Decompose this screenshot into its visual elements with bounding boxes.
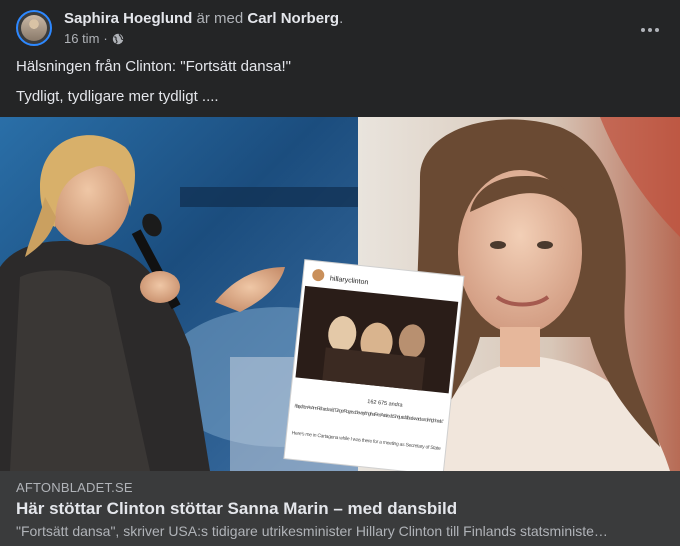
photo-collage: hillaryclinton 162 675 andra hillaryclin…: [0, 117, 680, 471]
more-dot: [648, 28, 652, 32]
tagged-user-link[interactable]: Carl Norberg: [247, 10, 339, 27]
link-description: "Fortsätt dansa", skriver USA:s tidigare…: [16, 523, 608, 539]
with-text: är med: [196, 10, 244, 27]
period: .: [339, 10, 344, 27]
link-domain: AFTONBLADET.SE: [16, 480, 133, 495]
more-dots-icon: [641, 28, 645, 32]
post-timestamp[interactable]: 16 tim: [64, 31, 99, 47]
feed-post: Saphira Hoeglund är med Carl Norberg. 16…: [0, 0, 680, 546]
avatar-image: [21, 15, 47, 41]
post-image[interactable]: hillaryclinton 162 675 andra hillaryclin…: [0, 117, 680, 471]
author-line: Saphira Hoeglund är med Carl Norberg.: [64, 10, 343, 28]
link-title[interactable]: Här stöttar Clinton stöttar Sanna Marin …: [16, 498, 457, 520]
post-meta: 16 tim ·: [64, 31, 124, 47]
post-body: Hälsningen från Clinton: "Fortsätt dansa…: [16, 57, 664, 117]
post-text-line: Hälsningen från Clinton: "Fortsätt dansa…: [16, 58, 291, 75]
globe-icon[interactable]: [112, 33, 124, 45]
post-header: Saphira Hoeglund är med Carl Norberg. 16…: [16, 10, 664, 50]
author-name-link[interactable]: Saphira Hoeglund: [64, 10, 192, 27]
meta-separator: ·: [103, 31, 108, 46]
instagram-inset: hillaryclinton 162 675 andra hillaryclin…: [283, 259, 465, 471]
more-options-button[interactable]: [632, 12, 668, 48]
author-avatar[interactable]: [16, 10, 52, 46]
link-preview[interactable]: AFTONBLADET.SE Här stöttar Clinton stött…: [0, 471, 680, 546]
post-text-line: Tydligt, tydligare mer tydligt ....: [16, 88, 219, 105]
more-dot: [655, 28, 659, 32]
